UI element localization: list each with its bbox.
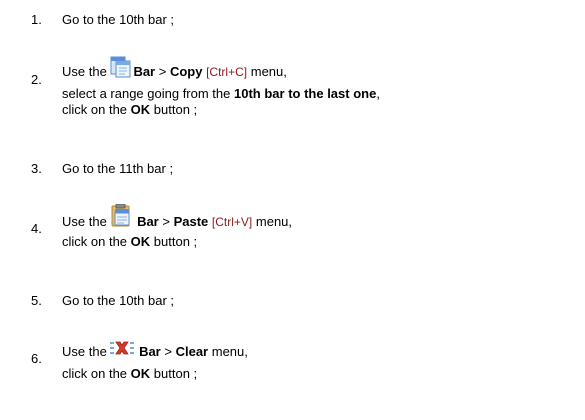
ok-label: OK — [130, 234, 151, 249]
clear-bar-icon — [110, 340, 135, 358]
ok-label: OK — [130, 102, 151, 117]
step-text: Go to the 10th bar ; — [62, 12, 175, 27]
paste-bar-icon — [110, 204, 132, 228]
menu-bar: Bar — [133, 64, 156, 79]
step-number: 1. — [31, 12, 42, 27]
click-text: click on the — [62, 366, 128, 381]
step-number: 3. — [31, 161, 42, 176]
use-label: Use the — [62, 344, 107, 359]
step-text: Use the Bar > Clear menu, click on the O… — [62, 338, 248, 382]
step-text: Use the Bar > Paste [Ctrl+V] menu, click… — [62, 204, 292, 250]
menu-clear: Clear — [175, 344, 209, 359]
menu-separator: > — [164, 344, 172, 359]
range-text: select a range going from the — [62, 86, 231, 101]
menu-bar: Bar — [137, 214, 159, 229]
step-number: 4. — [31, 221, 42, 236]
use-label: Use the — [62, 64, 107, 79]
step-number: 6. — [31, 351, 42, 366]
click-text: click on the — [62, 234, 128, 249]
button-text: button ; — [153, 102, 198, 117]
ok-label: OK — [130, 366, 151, 381]
shortcut-ctrl-c: [Ctrl+C] — [206, 65, 248, 79]
menu-separator: > — [162, 214, 170, 229]
step-number: 5. — [31, 293, 42, 308]
button-text: button ; — [153, 366, 198, 381]
instructions-page: { "steps": [ { "number": "1.", "text": "… — [0, 0, 585, 420]
menu-separator: > — [158, 64, 167, 79]
step-text: Use the Bar > Copy [Ctrl+C] menu, select… — [62, 56, 380, 118]
menu-bar: Bar — [139, 344, 161, 359]
use-label: Use the — [62, 214, 107, 229]
menu-word: menu, — [250, 64, 287, 79]
click-text: click on the — [62, 102, 128, 117]
button-text: button ; — [153, 234, 198, 249]
menu-paste: Paste — [173, 214, 209, 229]
menu-word: menu, — [255, 214, 293, 229]
copy-bar-icon — [110, 56, 132, 78]
step-number: 2. — [31, 72, 42, 87]
range-end: , — [376, 86, 380, 101]
menu-copy: Copy — [169, 64, 203, 79]
range-bold: 10th bar to the last one — [234, 86, 377, 101]
menu-word: menu, — [211, 344, 248, 359]
step-text: Go to the 11th bar ; — [62, 161, 174, 176]
shortcut-ctrl-v: [Ctrl+V] — [211, 215, 253, 229]
step-text: Go to the 10th bar ; — [62, 293, 175, 308]
